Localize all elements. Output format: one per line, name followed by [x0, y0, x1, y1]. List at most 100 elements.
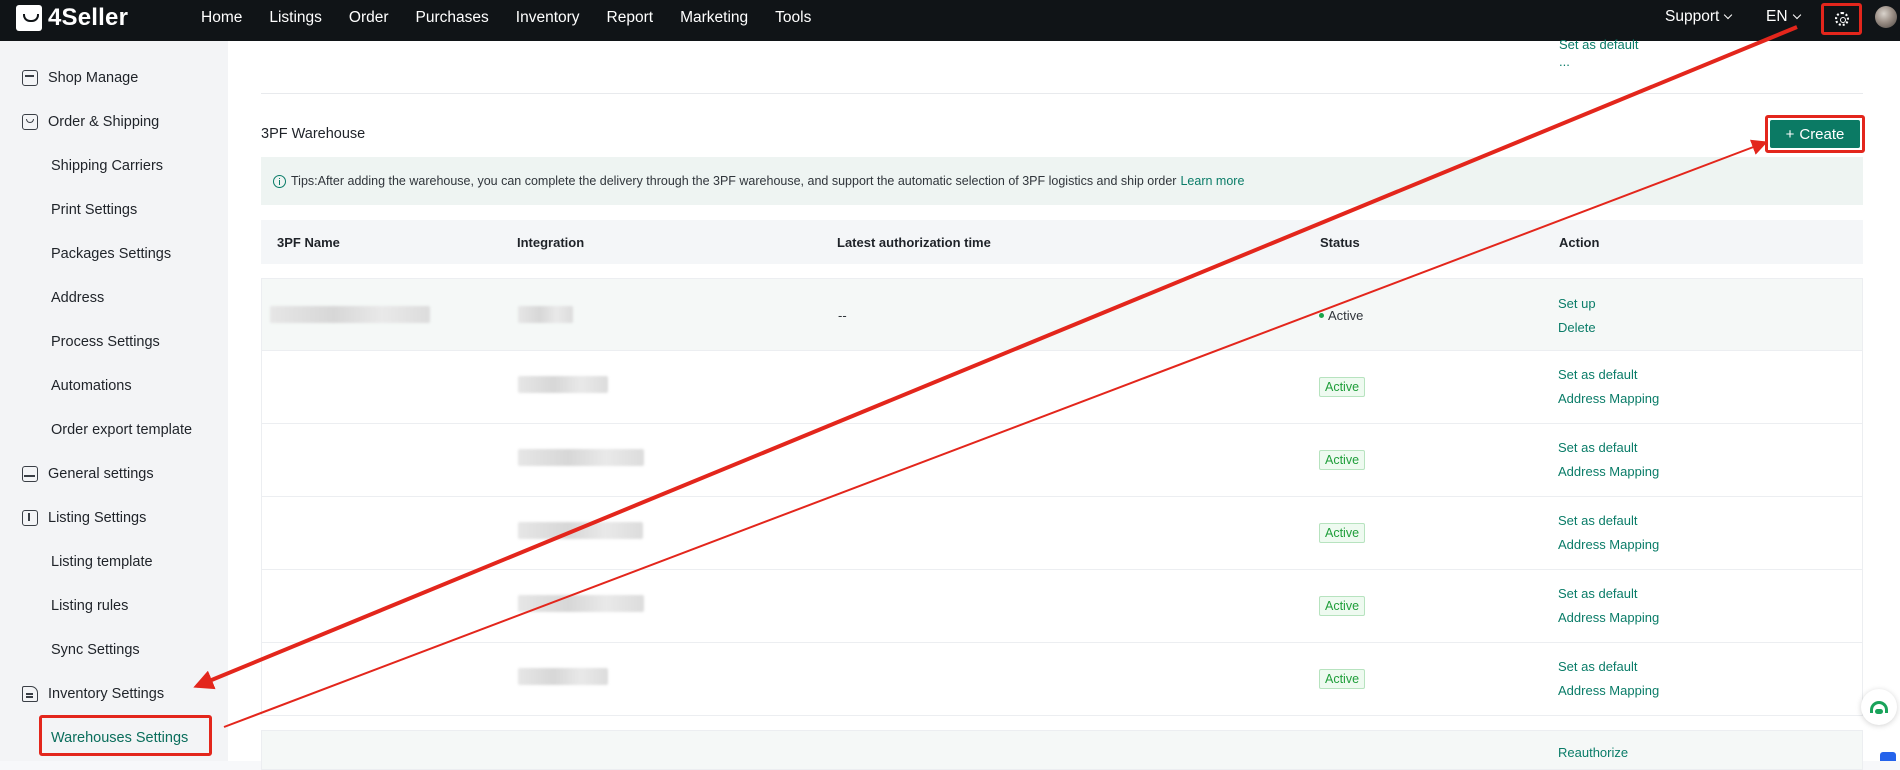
nav-inventory[interactable]: Inventory: [516, 9, 580, 27]
set-as-default-link[interactable]: Set as default: [1559, 37, 1639, 52]
table-header: 3PF Name Integration Latest authorizatio…: [261, 220, 1863, 264]
more-actions-link[interactable]: ...: [1559, 54, 1570, 69]
nav-purchases[interactable]: Purchases: [416, 9, 489, 27]
tips-text: Tips:After adding the warehouse, you can…: [291, 174, 1177, 188]
avatar[interactable]: [1875, 6, 1897, 28]
section-divider: [261, 93, 1863, 94]
section-title: 3PF Warehouse: [261, 126, 366, 142]
gear-icon: [1834, 12, 1849, 26]
status-badge: Active: [1319, 523, 1366, 543]
support-menu[interactable]: Support: [1665, 8, 1733, 26]
redacted-integration: [518, 306, 573, 323]
sidebar-item-print-settings[interactable]: Print Settings: [51, 202, 137, 218]
info-icon: [273, 174, 286, 188]
status-badge: Active: [1319, 377, 1366, 397]
warehouse-icon: [22, 686, 38, 702]
highlight-box-create: + Create: [1765, 115, 1865, 153]
set-as-default-link[interactable]: Set as default: [1558, 367, 1638, 382]
settings-button[interactable]: [1821, 3, 1862, 35]
chevron-down-icon: [1724, 10, 1733, 20]
nav-order[interactable]: Order: [349, 9, 389, 27]
table-row: Active Set as default Address Mapping: [261, 570, 1863, 643]
sidebar-item-address[interactable]: Address: [51, 290, 104, 306]
column-header-integration: Integration: [517, 235, 585, 250]
settings-sidebar: Shop Manage Order & Shipping Shipping Ca…: [0, 41, 228, 761]
learn-more-link[interactable]: Learn more: [1180, 174, 1244, 188]
set-as-default-link[interactable]: Set as default: [1558, 586, 1638, 601]
nav-marketing[interactable]: Marketing: [680, 9, 748, 27]
column-header-status: Status: [1320, 235, 1360, 250]
sidebar-item-label: Shop Manage: [48, 70, 139, 86]
sidebar-item-label: Listing Settings: [48, 510, 147, 526]
sidebar-item-sync-settings[interactable]: Sync Settings: [51, 642, 140, 658]
order-bag-icon: [22, 114, 38, 130]
column-header-3pf-name: 3PF Name: [277, 235, 340, 250]
sidebar-item-label: General settings: [48, 466, 154, 482]
top-navigation-bar: 4Seller Home Listings Order Purchases In…: [0, 0, 1900, 41]
address-mapping-link[interactable]: Address Mapping: [1558, 464, 1659, 479]
sidebar-item-label: Order & Shipping: [48, 114, 160, 130]
table-row: Reauthorize: [261, 730, 1863, 770]
support-label: Support: [1665, 8, 1720, 25]
nav-listings[interactable]: Listings: [269, 9, 322, 27]
set-as-default-link[interactable]: Set as default: [1558, 659, 1638, 674]
sidebar-item-listing-template[interactable]: Listing template: [51, 554, 153, 570]
sidebar-item-shop-manage[interactable]: Shop Manage: [22, 70, 138, 86]
table-row: -- Active Set up Delete: [261, 278, 1863, 351]
printer-icon: [22, 466, 38, 482]
column-header-latest-authorization-time: Latest authorization time: [837, 235, 991, 250]
headset-icon: [1870, 701, 1888, 714]
sidebar-item-order-shipping[interactable]: Order & Shipping: [22, 114, 159, 130]
language-menu[interactable]: EN: [1766, 8, 1801, 26]
table-row: Active Set as default Address Mapping: [261, 497, 1863, 570]
column-header-action: Action: [1559, 235, 1600, 250]
table-row: Active Set as default Address Mapping: [261, 424, 1863, 497]
address-mapping-link[interactable]: Address Mapping: [1558, 391, 1659, 406]
sidebar-item-general-settings[interactable]: General settings: [22, 466, 154, 482]
sidebar-item-listing-settings[interactable]: Listing Settings: [22, 510, 146, 526]
highlight-box-warehouses-settings: [39, 715, 212, 756]
nav-report[interactable]: Report: [607, 9, 654, 27]
set-as-default-link[interactable]: Set as default: [1558, 440, 1638, 455]
status-badge: Active: [1319, 669, 1366, 689]
set-as-default-link[interactable]: Set as default: [1558, 513, 1638, 528]
plus-icon: +: [1785, 125, 1795, 143]
redacted-integration: [518, 522, 643, 539]
customer-service-button[interactable]: [1861, 689, 1897, 725]
status-badge: Active: [1319, 450, 1366, 470]
address-mapping-link[interactable]: Address Mapping: [1558, 610, 1659, 625]
app-logo[interactable]: 4Seller: [16, 4, 128, 32]
redacted-integration: [518, 376, 608, 393]
sidebar-item-process-settings[interactable]: Process Settings: [51, 334, 160, 350]
sidebar-item-label: Inventory Settings: [48, 686, 165, 702]
create-button[interactable]: + Create: [1770, 120, 1860, 148]
nav-home[interactable]: Home: [201, 9, 242, 27]
language-label: EN: [1766, 8, 1788, 25]
status-dot-icon: [1319, 313, 1324, 318]
sidebar-item-listing-rules[interactable]: Listing rules: [51, 598, 128, 614]
sidebar-item-automations[interactable]: Automations: [51, 378, 132, 394]
redacted-3pf-name: [270, 306, 430, 323]
redacted-integration: [518, 595, 644, 612]
sidebar-item-packages-settings[interactable]: Packages Settings: [51, 246, 171, 262]
address-mapping-link[interactable]: Address Mapping: [1558, 537, 1659, 552]
reauthorize-link[interactable]: Reauthorize: [1558, 745, 1628, 760]
delete-link[interactable]: Delete: [1558, 320, 1596, 335]
sidebar-item-order-export-template[interactable]: Order export template: [51, 422, 192, 438]
create-button-label: Create: [1799, 125, 1845, 143]
table-row: Active Set as default Address Mapping: [261, 351, 1863, 424]
main-nav: Home Listings Order Purchases Inventory …: [201, 0, 838, 35]
sidebar-item-shipping-carriers[interactable]: Shipping Carriers: [51, 158, 163, 174]
app-name: 4Seller: [48, 4, 129, 31]
chevron-down-icon: [1792, 10, 1801, 20]
sidebar-item-inventory-settings[interactable]: Inventory Settings: [22, 686, 164, 702]
redacted-integration: [518, 449, 644, 466]
status-badge: Active: [1319, 596, 1366, 616]
store-icon: [22, 70, 38, 86]
address-mapping-link[interactable]: Address Mapping: [1558, 683, 1659, 698]
authorization-time: --: [838, 308, 847, 323]
redacted-integration: [518, 668, 608, 685]
chat-widget-icon[interactable]: [1880, 752, 1896, 761]
set-up-link[interactable]: Set up: [1558, 296, 1596, 311]
nav-tools[interactable]: Tools: [775, 9, 811, 27]
